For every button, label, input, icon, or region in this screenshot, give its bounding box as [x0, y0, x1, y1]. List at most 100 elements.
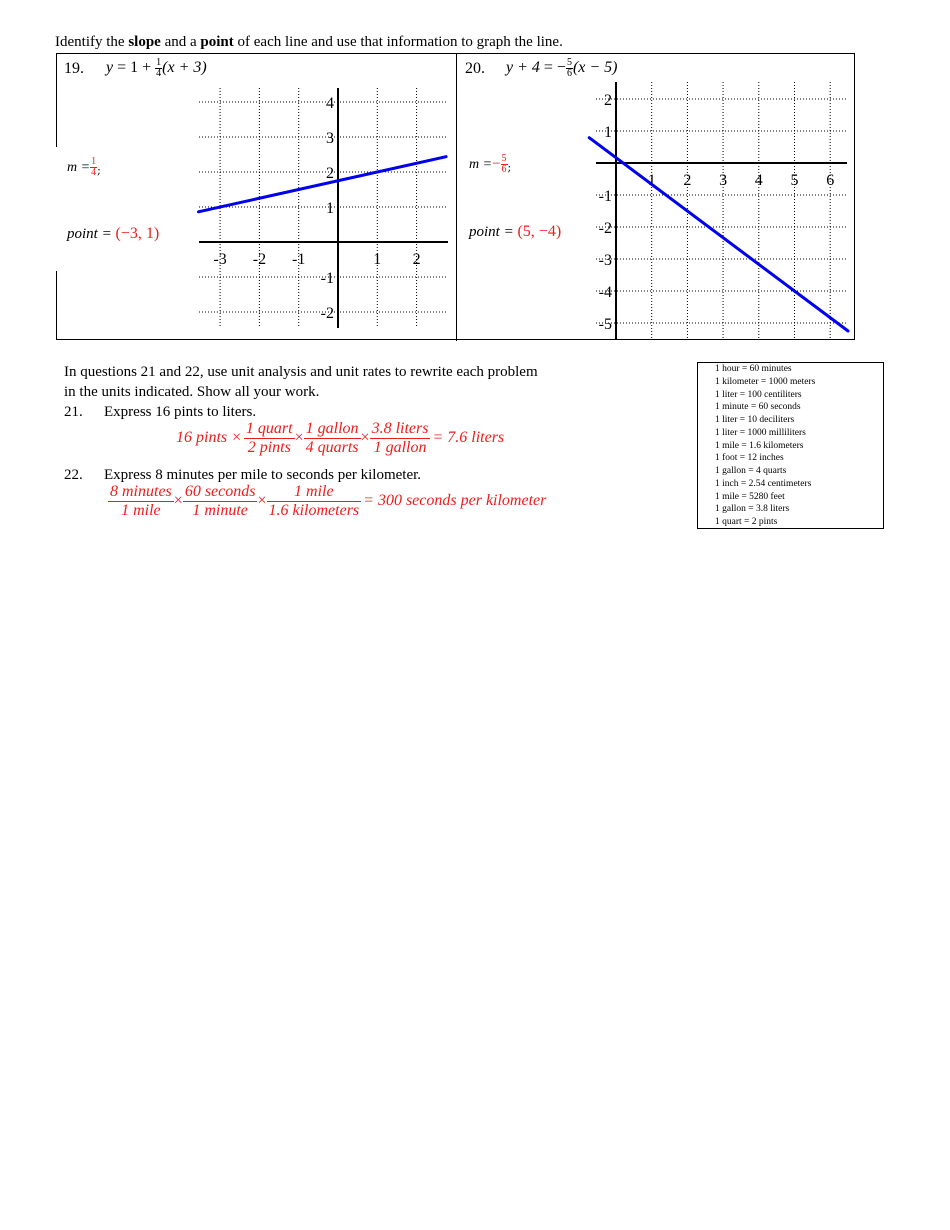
eq-rest: (x − 5): [572, 59, 618, 77]
table-divider: [456, 53, 457, 341]
problem-20-equation: y + 4 = −5 6 (x − 5): [506, 58, 618, 79]
graph-20: 1 2 3 4 5 621-1-2-3-4-5: [587, 82, 850, 340]
fraction-num: 8 minutes: [108, 483, 174, 502]
instructions-point: point: [200, 34, 234, 50]
q22-fraction-2: 60 seconds 1 minute: [182, 483, 258, 519]
slope-fraction[interactable]: 56: [500, 154, 508, 175]
q22-solution[interactable]: 8 minutes 1 mile × 60 seconds 1 minute × 1…: [108, 483, 546, 519]
y-tick-label: -3: [599, 252, 612, 269]
x-tick-label: 5: [791, 172, 799, 189]
problem-19-point: point = (−3, 1): [67, 223, 159, 243]
q21-fraction-2: 1 gallon 4 quarts: [303, 420, 361, 456]
fraction-num: 1 quart: [243, 420, 295, 439]
point-value[interactable]: (5, −4): [517, 223, 561, 240]
question-number: 21.: [64, 404, 83, 420]
slope-label: m =: [67, 159, 91, 175]
conversion-item: 1 liter = 10 deciliters: [715, 415, 795, 425]
x-tick-label: 2: [413, 251, 421, 268]
instructions: Identify the slope and a point of each l…: [55, 34, 563, 51]
x-tick-label: 4: [755, 172, 763, 189]
x-tick-label: 1: [373, 251, 381, 268]
y-tick-label: -1: [599, 188, 612, 205]
fraction-den: 2 pints: [247, 438, 291, 456]
slope-sign: −: [492, 156, 501, 172]
instructions-text: Identify the: [55, 34, 129, 50]
problem-19-equation: y = 1 + 1 4 (x + 3): [106, 58, 207, 79]
x-tick-label: -2: [253, 251, 266, 268]
conversion-item: 1 mile = 1.6 kilometers: [715, 440, 804, 451]
x-tick-label: 3: [719, 172, 727, 189]
eq-sign: = −: [539, 59, 566, 77]
question-22: 22. Express 8 minutes per mile to second…: [64, 465, 421, 485]
conversion-list: 1 hour = 60 minutes 1 kilometer = 1000 me…: [698, 363, 883, 529]
problem-20-point: point = (5, −4): [469, 221, 561, 241]
border-gap: [54, 147, 59, 271]
frac-den: 6: [566, 68, 572, 79]
slope-trail: ;: [507, 161, 512, 174]
y-tick-label: 1: [604, 124, 612, 141]
y-tick-label: -5: [599, 316, 612, 333]
point-label: point =: [67, 226, 116, 242]
problem-20-header: 20. y + 4 = −5 6 (x − 5): [465, 58, 618, 79]
conversion-item: 1 minute = 60 seconds: [715, 402, 801, 413]
fraction-den: 4 quarts: [305, 438, 359, 456]
x-tick-label: -1: [292, 251, 305, 268]
y-tick-label: -1: [321, 270, 334, 287]
fraction-den: 1 gallon: [373, 438, 427, 456]
graph-line: [196, 155, 448, 214]
conversion-item: 1 mile = 5280 feet: [715, 491, 785, 502]
eq-sign: = 1 +: [113, 59, 156, 77]
slope-trail: ;: [97, 164, 101, 177]
problem-20-slope: m = − 56 ;: [469, 154, 511, 175]
times-sign: ×: [294, 429, 304, 447]
problem-number: 19.: [64, 59, 84, 77]
unit-intro: In questions 21 and 22, use unit analysi…: [64, 362, 538, 402]
question-21: 21. Express 16 pints to liters.: [64, 402, 256, 422]
q22-fraction-3: 1 mile 1.6 kilometers: [266, 483, 362, 519]
eq-lhs: y + 4: [506, 59, 540, 77]
y-tick-label: 1: [326, 200, 334, 217]
conversion-item: 1 hour = 60 minutes: [715, 364, 792, 374]
problem-19-header: 19. y = 1 + 1 4 (x + 3): [64, 58, 207, 79]
slope-label: m =: [469, 156, 493, 172]
y-tick-label: 4: [326, 95, 334, 112]
fraction-den: 1.6 kilometers: [268, 501, 360, 519]
question-prompt: Express 16 pints to liters.: [104, 404, 257, 420]
fraction-den: 1 mile: [121, 501, 161, 519]
q21-fraction-1: 1 quart 2 pints: [243, 420, 295, 456]
slope-den: 6: [501, 164, 507, 175]
fraction-num: 1 gallon: [303, 420, 361, 439]
graph-19: -3 -2 -1 1 2 4 3 2 1 -1 -2: [196, 88, 448, 328]
point-value[interactable]: (−3, 1): [115, 225, 159, 242]
y-tick-label: 3: [326, 130, 334, 147]
conversion-item: 1 kilometer = 1000 meters: [715, 376, 816, 387]
y-tick-label: -2: [599, 220, 612, 237]
q21-fraction-3: 3.8 liters 1 gallon: [369, 420, 431, 456]
y-tick-label: -4: [599, 284, 612, 301]
conversion-item: 1 inch = 2.54 centimeters: [715, 478, 812, 489]
q21-solution[interactable]: 16 pints × 1 quart 2 pints × 1 gallon 4 qu…: [176, 420, 504, 456]
instructions-text: and a: [160, 34, 201, 50]
conversion-item: 1 gallon = 4 quarts: [715, 466, 787, 476]
conversion-item: 1 liter = 100 centiliters: [715, 389, 802, 400]
times-sign: ×: [360, 429, 370, 447]
y-tick-label: 2: [326, 165, 334, 182]
point-label: point =: [469, 224, 518, 240]
slope-fraction[interactable]: 14: [90, 157, 98, 178]
q21-lead: 16 pints ×: [176, 429, 242, 447]
eq-rest: (x + 3): [162, 59, 207, 77]
graph-line: [587, 136, 850, 333]
instructions-slope: slope: [128, 34, 161, 50]
unit-intro-line: In questions 21 and 22, use unit analysi…: [64, 364, 538, 380]
eq-fraction: 56: [565, 58, 573, 79]
x-tick-label: -3: [213, 251, 226, 268]
conversion-item: 1 foot = 12 inches: [715, 453, 784, 464]
times-sign: ×: [173, 492, 183, 510]
problem-19-slope: m = 14 ;: [67, 157, 101, 178]
x-tick-label: 6: [826, 172, 834, 189]
conversion-item: 1 gallon = 3.8 liters: [715, 504, 790, 515]
unit-intro-line: in the units indicated. Show all your wo…: [64, 384, 320, 400]
problem-number: 20.: [465, 59, 485, 77]
fraction-num: 1 mile: [266, 483, 362, 502]
slope-den: 4: [91, 167, 97, 178]
